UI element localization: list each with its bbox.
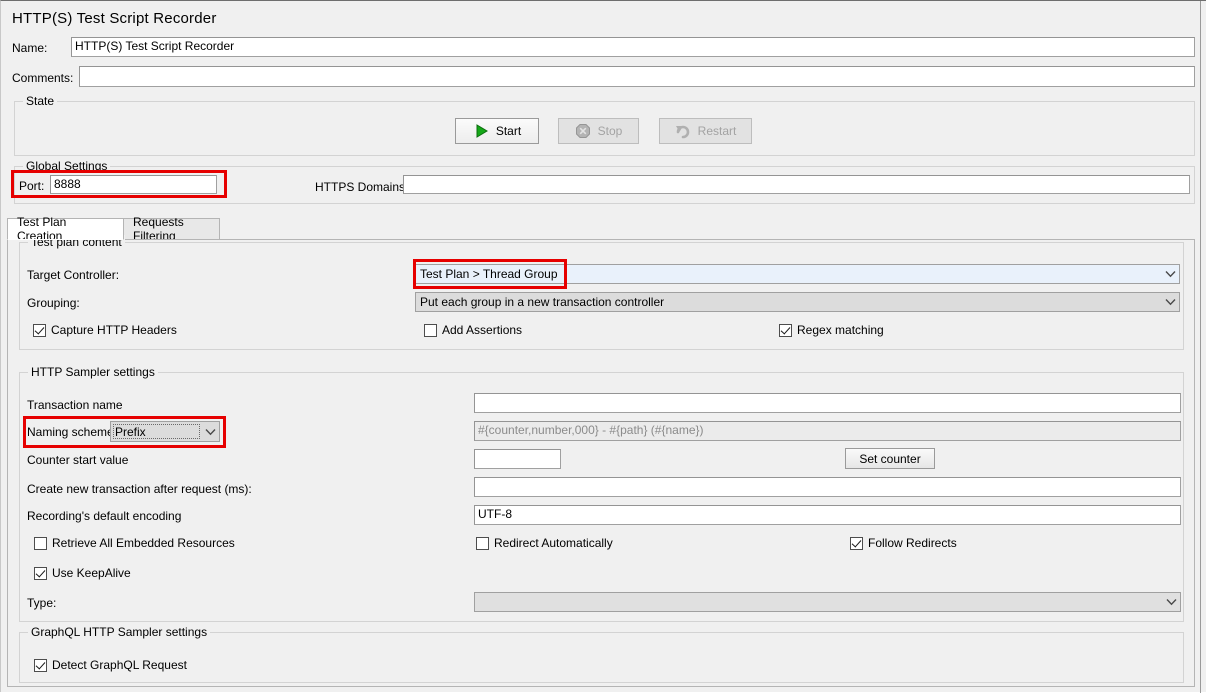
checkbox-box <box>779 324 792 337</box>
retrieve-embedded-resources-label: Retrieve All Embedded Resources <box>52 536 235 550</box>
http-sampler-settings-group-title: HTTP Sampler settings <box>28 365 158 379</box>
https-domains-label: HTTPS Domains: <box>315 180 408 194</box>
naming-scheme-combo[interactable]: Prefix <box>110 421 220 442</box>
restart-button-label: Restart <box>698 124 737 138</box>
grouping-value: Put each group in a new transaction cont… <box>420 295 1161 309</box>
follow-redirects-label: Follow Redirects <box>868 536 957 550</box>
target-controller-value: Test Plan > Thread Group <box>420 267 1161 281</box>
type-combo[interactable] <box>474 592 1181 612</box>
checkbox-box <box>476 537 489 550</box>
chevron-down-icon <box>1162 598 1180 606</box>
add-assertions-label: Add Assertions <box>442 323 522 337</box>
checkbox-box <box>33 324 46 337</box>
checkbox-box <box>850 537 863 550</box>
recording-encoding-label: Recording's default encoding <box>27 509 181 523</box>
retrieve-embedded-resources-checkbox[interactable]: Retrieve All Embedded Resources <box>34 536 235 550</box>
graphql-settings-group-title: GraphQL HTTP Sampler settings <box>28 625 210 639</box>
set-counter-button-label: Set counter <box>859 452 920 466</box>
tab-strip: Test Plan Creation Requests Filtering <box>7 218 1195 240</box>
graphql-settings-group: GraphQL HTTP Sampler settings <box>19 632 1184 683</box>
detect-graphql-request-label: Detect GraphQL Request <box>52 658 187 672</box>
capture-http-headers-checkbox[interactable]: Capture HTTP Headers <box>33 323 177 337</box>
stop-button[interactable]: Stop <box>558 118 639 144</box>
port-label: Port: <box>19 179 44 193</box>
redirect-automatically-label: Redirect Automatically <box>494 536 613 550</box>
use-keepalive-label: Use KeepAlive <box>52 566 131 580</box>
comments-label: Comments: <box>12 71 73 85</box>
transaction-name-input[interactable] <box>474 393 1181 413</box>
grouping-combo[interactable]: Put each group in a new transaction cont… <box>415 292 1180 312</box>
target-controller-combo[interactable]: Test Plan > Thread Group <box>415 264 1180 284</box>
capture-http-headers-label: Capture HTTP Headers <box>51 323 177 337</box>
naming-pattern-input[interactable]: #{counter,number,000} - #{path} (#{name}… <box>474 421 1181 441</box>
checkbox-box <box>424 324 437 337</box>
follow-redirects-checkbox[interactable]: Follow Redirects <box>850 536 957 550</box>
restart-button[interactable]: Restart <box>659 118 752 144</box>
grouping-label: Grouping: <box>27 296 80 310</box>
chevron-down-icon <box>1161 298 1179 306</box>
start-button-label: Start <box>496 124 521 138</box>
regex-matching-checkbox[interactable]: Regex matching <box>779 323 884 337</box>
type-label: Type: <box>27 596 56 610</box>
tab-test-plan-creation[interactable]: Test Plan Creation <box>7 218 124 240</box>
checkbox-box <box>34 659 47 672</box>
create-new-transaction-input[interactable] <box>474 477 1181 497</box>
checkbox-box <box>34 567 47 580</box>
stop-icon <box>575 123 591 139</box>
redirect-automatically-checkbox[interactable]: Redirect Automatically <box>476 536 613 550</box>
detect-graphql-request-checkbox[interactable]: Detect GraphQL Request <box>34 658 187 672</box>
name-input[interactable]: HTTP(S) Test Script Recorder <box>71 37 1195 57</box>
tab-active-underlap <box>8 239 123 240</box>
target-controller-label: Target Controller: <box>27 268 119 282</box>
counter-start-value-input[interactable] <box>474 449 561 469</box>
recorder-window: HTTP(S) Test Script Recorder Name: HTTP(… <box>0 0 1206 692</box>
checkbox-box <box>34 537 47 550</box>
transaction-name-label: Transaction name <box>27 398 123 412</box>
chevron-down-icon <box>201 428 219 436</box>
start-button[interactable]: Start <box>455 118 539 144</box>
create-new-transaction-label: Create new transaction after request (ms… <box>27 482 252 496</box>
port-input[interactable]: 8888 <box>50 175 217 194</box>
comments-input[interactable] <box>79 66 1195 87</box>
recording-encoding-input[interactable]: UTF-8 <box>474 505 1181 525</box>
stop-button-label: Stop <box>598 124 623 138</box>
global-settings-group-title: Global Settings <box>23 159 110 173</box>
state-group-title: State <box>23 94 57 108</box>
window-right-border <box>1200 1 1201 693</box>
naming-scheme-label: Naming scheme <box>27 425 114 439</box>
use-keepalive-checkbox[interactable]: Use KeepAlive <box>34 566 131 580</box>
play-icon <box>473 123 489 139</box>
tab-requests-filtering[interactable]: Requests Filtering <box>123 218 220 240</box>
counter-start-value-label: Counter start value <box>27 453 128 467</box>
regex-matching-label: Regex matching <box>797 323 884 337</box>
chevron-down-icon <box>1161 270 1179 278</box>
https-domains-input[interactable] <box>403 175 1190 194</box>
naming-scheme-value: Prefix <box>115 425 201 439</box>
add-assertions-checkbox[interactable]: Add Assertions <box>424 323 522 337</box>
restart-icon <box>675 123 691 139</box>
name-label: Name: <box>12 41 47 55</box>
set-counter-button[interactable]: Set counter <box>845 448 935 469</box>
page-title: HTTP(S) Test Script Recorder <box>12 10 217 27</box>
